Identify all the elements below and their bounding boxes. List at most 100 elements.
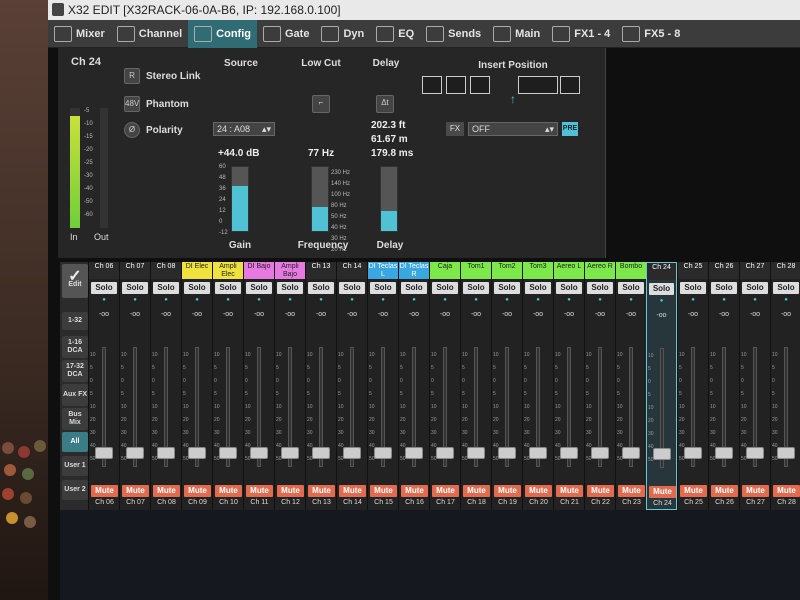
fader-cap[interactable] <box>653 447 671 460</box>
channel-strip[interactable]: 10 5 0 5 10 20 30 40 50 Tom1 Solo ● -oo Mute Ch 18 <box>460 262 491 510</box>
channel-strip[interactable]: 10 5 0 5 10 20 30 40 50 Ampli Elec Solo ● -oo Mute Ch … <box>212 262 243 510</box>
solo-button[interactable]: Solo <box>525 282 551 294</box>
solo-button[interactable]: Solo <box>401 282 427 294</box>
solo-button[interactable]: Solo <box>246 282 272 294</box>
fader-cap[interactable] <box>467 446 485 459</box>
fader-cap[interactable] <box>374 446 392 459</box>
mute-button[interactable]: Mute <box>339 485 366 497</box>
fader-cap[interactable] <box>591 446 609 459</box>
solo-button[interactable]: Solo <box>587 282 613 294</box>
mute-button[interactable]: Mute <box>91 485 118 497</box>
mute-button[interactable]: Mute <box>587 485 614 497</box>
mute-button[interactable]: Mute <box>649 486 676 498</box>
fader-cap[interactable] <box>219 446 237 459</box>
solo-button[interactable]: Solo <box>494 282 520 294</box>
solo-button[interactable]: Solo <box>463 282 489 294</box>
mute-button[interactable]: Mute <box>277 485 304 497</box>
solo-button[interactable]: Solo <box>91 282 117 294</box>
fader-cap[interactable] <box>498 446 516 459</box>
nav-button-1-16-dca[interactable]: 1-16 DCA <box>62 336 88 358</box>
fader-cap[interactable] <box>343 446 361 459</box>
solo-button[interactable]: Solo <box>773 282 799 294</box>
channel-strip[interactable]: 10 5 0 5 10 20 30 40 50 Tom2 Solo ● -oo Mute Ch 19 <box>491 262 522 510</box>
solo-button[interactable]: Solo <box>153 282 179 294</box>
tab-mixer[interactable]: Mixer <box>48 20 111 48</box>
mute-button[interactable]: Mute <box>215 485 242 497</box>
play-icon[interactable] <box>422 76 442 94</box>
tab-fx5-8[interactable]: FX5 - 8 <box>616 20 686 48</box>
tab-channel[interactable]: Channel <box>111 20 188 48</box>
tab-main[interactable]: Main <box>487 20 546 48</box>
insert-fx-button[interactable]: FX <box>446 122 464 136</box>
mute-button[interactable]: Mute <box>370 485 397 497</box>
insert-pre-button[interactable]: PRE <box>562 122 578 136</box>
tab-gate[interactable]: Gate <box>257 20 315 48</box>
fader-cap[interactable] <box>622 446 640 459</box>
tab-fx1-4[interactable]: FX1 - 4 <box>546 20 616 48</box>
mute-button[interactable]: Mute <box>618 485 645 497</box>
mute-button[interactable]: Mute <box>680 485 707 497</box>
stereo-link-button[interactable]: R <box>124 68 140 84</box>
channel-strip[interactable]: 10 5 0 5 10 20 30 40 50 DI Teclas L Solo ● -oo Mute Ch… <box>367 262 398 510</box>
solo-button[interactable]: Solo <box>618 282 644 294</box>
mute-button[interactable]: Mute <box>184 485 211 497</box>
solo-button[interactable]: Solo <box>680 282 706 294</box>
solo-button[interactable]: Solo <box>122 282 148 294</box>
nav-button-user-2[interactable]: User 2 <box>62 480 88 500</box>
channel-strip[interactable]: 10 5 0 5 10 20 30 40 50 DI Bajo Solo ● -oo Mute Ch 11 <box>243 262 274 510</box>
high-cut-icon[interactable] <box>560 76 580 94</box>
fader-cap[interactable] <box>777 446 795 459</box>
solo-button[interactable]: Solo <box>649 283 674 295</box>
fader-cap[interactable] <box>95 446 113 459</box>
mute-button[interactable]: Mute <box>401 485 428 497</box>
channel-strip[interactable]: 10 5 0 5 10 20 30 40 50 Ch 06 Solo ● -oo Mute Ch 06 <box>88 262 119 510</box>
edit-button[interactable]: ✓ Edit <box>62 264 88 298</box>
solo-button[interactable]: Solo <box>215 282 241 294</box>
nav-button-all[interactable]: All <box>62 432 88 452</box>
fader-cap[interactable] <box>281 446 299 459</box>
polarity-button[interactable]: Ø <box>124 122 140 138</box>
solo-button[interactable]: Solo <box>711 282 737 294</box>
fader-cap[interactable] <box>250 446 268 459</box>
insert-select[interactable]: OFF ▴▾ <box>468 122 558 136</box>
fader-cap[interactable] <box>529 446 547 459</box>
low-cut-button[interactable]: ⌐ <box>312 95 330 113</box>
channel-strip[interactable]: 10 5 0 5 10 20 30 40 50 DI Elec Solo ● -oo Mute Ch 09 <box>181 262 212 510</box>
channel-strip[interactable]: 10 5 0 5 10 20 30 40 50 Ch 24 Solo ● -oo Mute Ch 24 <box>646 262 677 510</box>
channel-strip[interactable]: 10 5 0 5 10 20 30 40 50 Ch 25 Solo ● -oo Mute Ch 25 <box>677 262 708 510</box>
channel-strip[interactable]: 10 5 0 5 10 20 30 40 50 Tom3 Solo ● -oo Mute Ch 20 <box>522 262 553 510</box>
fader-cap[interactable] <box>715 446 733 459</box>
channel-strip[interactable]: 10 5 0 5 10 20 30 40 50 Ch 07 Solo ● -oo Mute Ch 07 <box>119 262 150 510</box>
mute-button[interactable]: Mute <box>308 485 335 497</box>
tab-dyn[interactable]: Dyn <box>315 20 370 48</box>
fader-cap[interactable] <box>746 446 764 459</box>
solo-button[interactable]: Solo <box>308 282 334 294</box>
solo-button[interactable]: Solo <box>277 282 303 294</box>
nav-button-user-1[interactable]: User 1 <box>62 456 88 476</box>
channel-strip[interactable]: 10 5 0 5 10 20 30 40 50 Ch 13 Solo ● -oo Mute Ch 13 <box>305 262 336 510</box>
channel-strip[interactable]: 10 5 0 5 10 20 30 40 50 Aereo L Solo ● -oo Mute Ch 21 <box>553 262 584 510</box>
channel-strip[interactable]: 10 5 0 5 10 20 30 40 50 Bombo Solo ● -oo Mute Ch 23 <box>615 262 646 510</box>
channel-strip[interactable]: 10 5 0 5 10 20 30 40 50 Ch 08 Solo ● -oo Mute Ch 08 <box>150 262 181 510</box>
frequency-bar[interactable] <box>311 166 329 232</box>
delay-button[interactable]: Δt <box>376 95 394 113</box>
mute-button[interactable]: Mute <box>556 485 583 497</box>
fader-cap[interactable] <box>405 446 423 459</box>
tab-eq[interactable]: EQ <box>370 20 420 48</box>
solo-button[interactable]: Solo <box>184 282 210 294</box>
channel-strip[interactable]: 10 5 0 5 10 20 30 40 50 Ampli Bajo Solo ● -oo Mute Ch … <box>274 262 305 510</box>
phantom-button[interactable]: 48V <box>124 96 140 112</box>
nav-button-1-32[interactable]: 1-32 <box>62 312 88 330</box>
delay-bar[interactable] <box>380 166 398 232</box>
nav-button-aux-fx[interactable]: Aux FX <box>62 384 88 406</box>
mute-button[interactable]: Mute <box>742 485 769 497</box>
nav-button-bus-mix[interactable]: Bus Mix <box>62 408 88 430</box>
channel-strip[interactable]: 10 5 0 5 10 20 30 40 50 Ch 28 Solo ● -oo Mute Ch 28 <box>770 262 800 510</box>
mute-button[interactable]: Mute <box>432 485 459 497</box>
channel-strip[interactable]: 10 5 0 5 10 20 30 40 50 Ch 27 Solo ● -oo Mute Ch 27 <box>739 262 770 510</box>
fader-cap[interactable] <box>126 446 144 459</box>
gain-bar[interactable] <box>231 166 249 232</box>
fader-cap[interactable] <box>684 446 702 459</box>
mute-button[interactable]: Mute <box>773 485 800 497</box>
eq-curve-icon[interactable] <box>518 76 558 94</box>
